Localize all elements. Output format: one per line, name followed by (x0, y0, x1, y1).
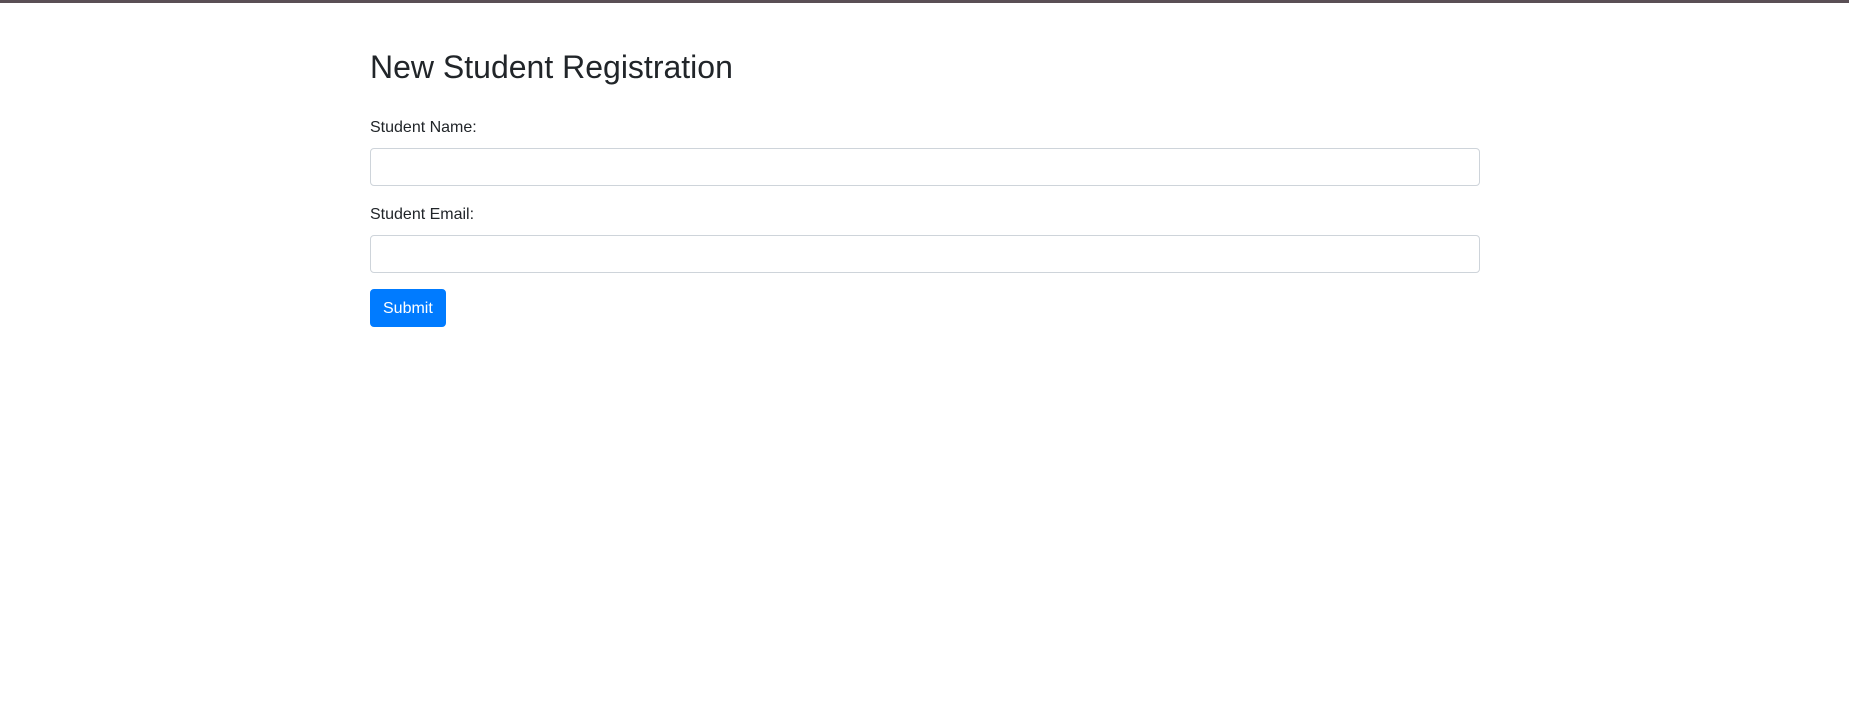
student-name-group: Student Name: (370, 116, 1480, 187)
top-border (0, 0, 1849, 3)
student-email-group: Student Email: (370, 203, 1480, 274)
submit-button[interactable]: Submit (370, 289, 446, 328)
student-email-input[interactable] (370, 235, 1480, 274)
student-email-label: Student Email: (370, 206, 475, 224)
page-title: New Student Registration (370, 49, 733, 85)
student-name-label: Student Name: (370, 119, 477, 137)
student-name-input[interactable] (370, 148, 1480, 187)
registration-container: New Student Registration Student Name: S… (370, 48, 1480, 328)
registration-form: Student Name: Student Email: Submit (370, 116, 1480, 328)
